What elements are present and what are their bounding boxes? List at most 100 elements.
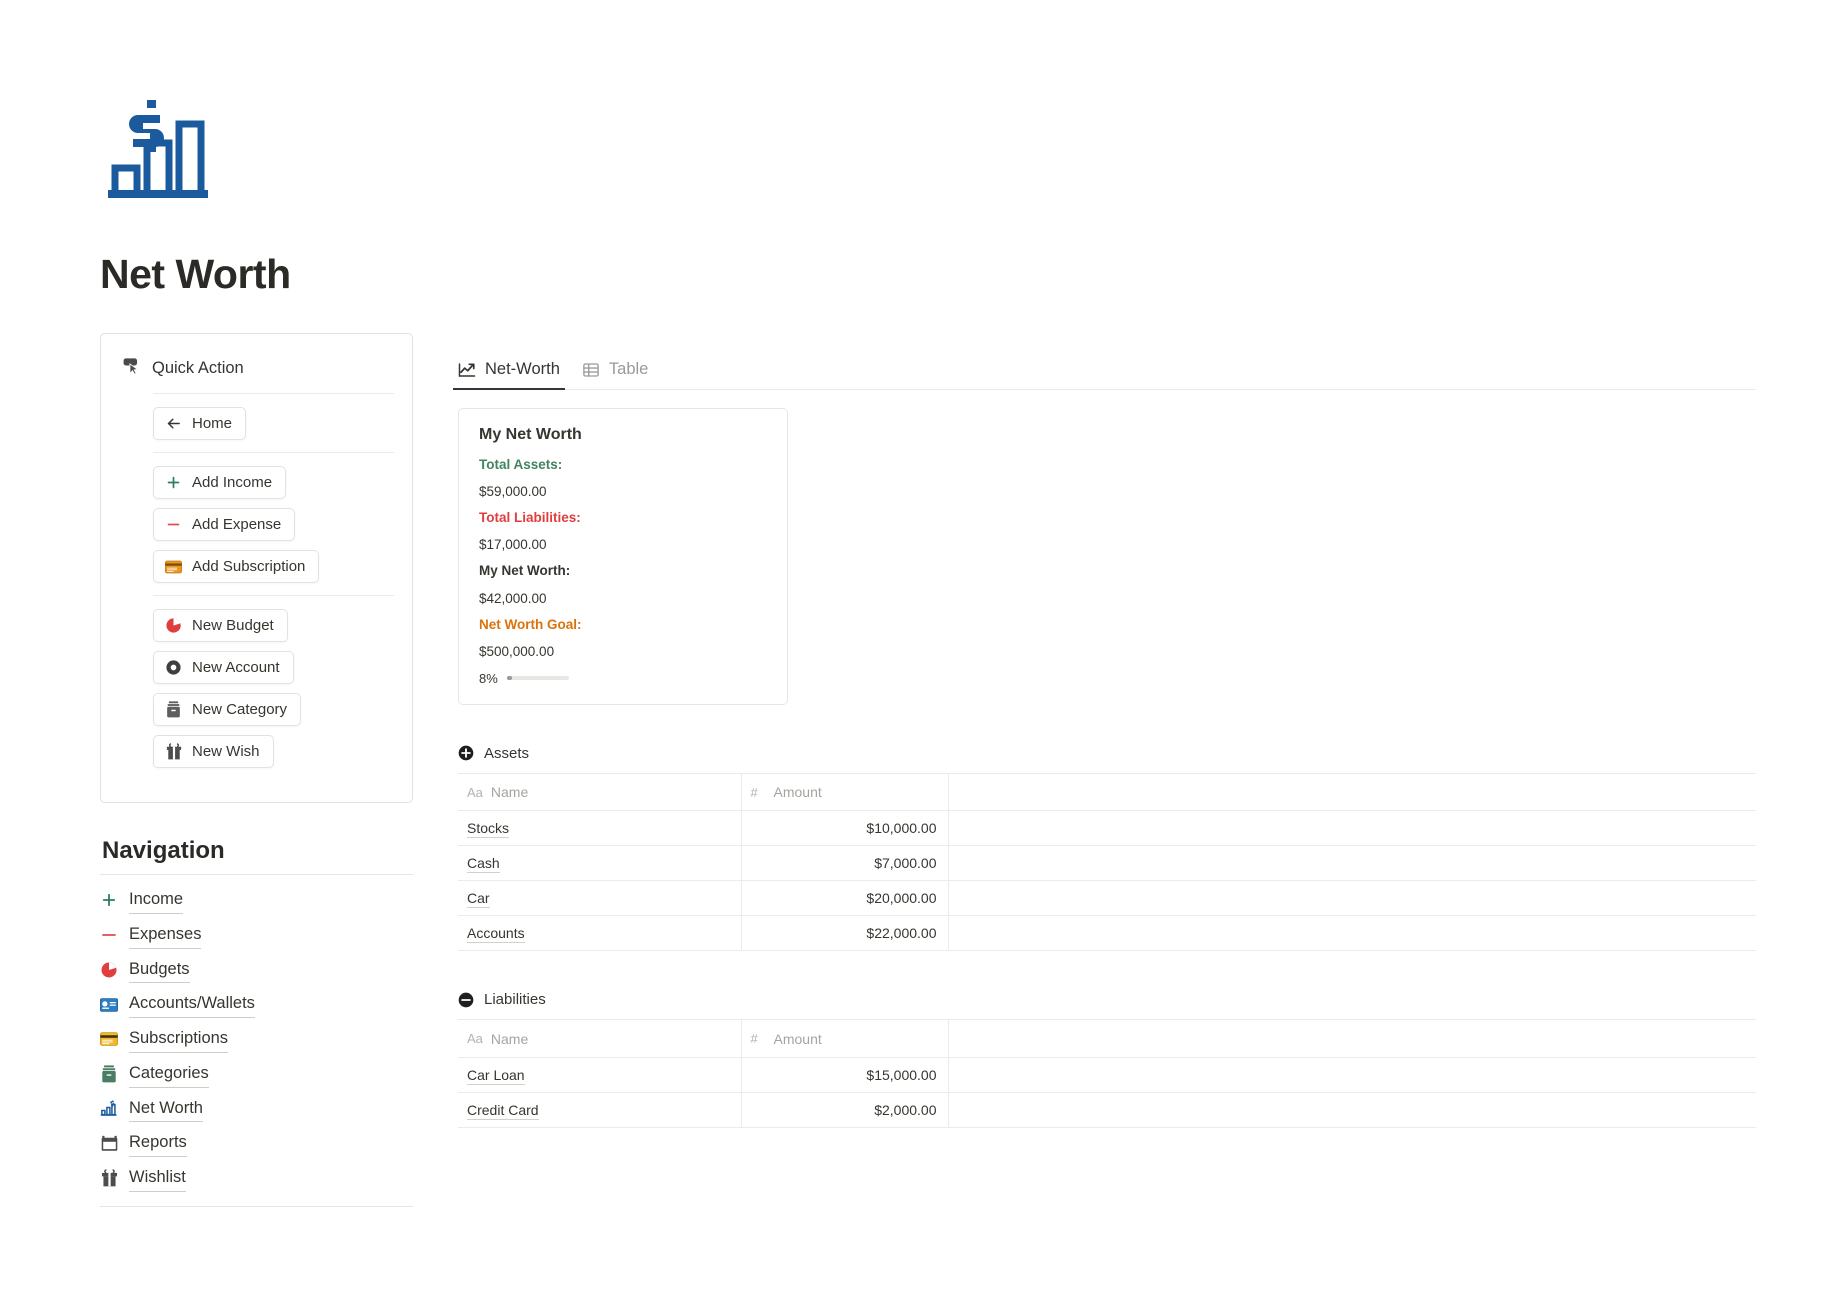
nav-item-income[interactable]: Income [100,887,413,914]
new-category-button[interactable]: New Category [153,693,302,727]
nav-item-label: Expenses [129,922,202,949]
row-name-link[interactable]: Credit Card [467,1101,539,1120]
cell-empty[interactable] [948,845,1756,882]
cell-amount[interactable]: $20,000.00 [741,880,949,917]
bar-chart-dollar-icon [100,1100,118,1118]
bar-chart-dollar-icon [100,88,224,212]
column-header-label: Name [490,784,529,801]
file-box-icon [100,1065,118,1083]
new-wish-button[interactable]: New Wish [153,735,274,769]
new-account-button[interactable]: New Account [153,651,294,685]
view-tabs: Net-Worth Table [453,352,1756,390]
card-title: My Net Worth [479,426,582,443]
column-header-name[interactable]: Aa Name [458,1020,742,1058]
my-net-worth-label: My Net Worth: [479,563,571,579]
nav-item-wishlist[interactable]: Wishlist [100,1165,413,1192]
cell-empty[interactable] [948,1092,1756,1128]
column-header-amount[interactable]: # Amount [741,1020,949,1058]
table-row[interactable]: Stocks $10,000.00 [458,810,1756,847]
liabilities-heading[interactable]: Liabilities [458,991,1756,1021]
cell-empty[interactable] [948,1057,1756,1093]
nav-item-label: Net Worth [129,1096,203,1123]
text-type-icon: Aa [467,784,483,800]
new-budget-button[interactable]: New Budget [153,609,288,643]
table-row[interactable]: Credit Card $2,000.00 [458,1092,1756,1128]
table-row[interactable]: Car $20,000.00 [458,880,1756,917]
cell-name[interactable]: Credit Card [458,1092,742,1128]
row-name-link[interactable]: Stocks [467,820,510,839]
nav-item-budgets[interactable]: Budgets [100,957,413,984]
credit-card-icon [100,1030,118,1048]
cell-amount[interactable]: $15,000.00 [741,1057,949,1093]
add-income-button[interactable]: Add Income [153,466,287,500]
tab-net-worth[interactable]: Net-Worth [453,360,565,390]
cell-name[interactable]: Car Loan [458,1057,742,1093]
cell-amount[interactable]: $10,000.00 [741,810,949,847]
goal-progress-percent: 8% [479,670,498,686]
add-expense-button[interactable]: Add Expense [153,508,296,542]
nav-item-reports[interactable]: Reports [100,1130,413,1158]
nav-item-subscriptions[interactable]: Subscriptions [100,1026,413,1053]
assets-heading[interactable]: Assets [458,745,1756,774]
quick-action-card: Quick Action Home Add Income Add Expense… [100,333,413,804]
add-income-label: Add Income [192,474,273,492]
home-button[interactable]: Home [153,407,247,441]
goal-progress-fill [506,676,512,681]
nav-item-categories[interactable]: Categories [100,1061,413,1088]
quick-action-header: Quick Action [101,334,412,393]
cell-name[interactable]: Car [458,880,742,917]
nav-item-label: Budgets [129,957,190,984]
plus-icon [165,474,182,491]
quick-action-group: Add Income Add Expense Add Subscription [101,453,412,595]
table-row[interactable]: Cash $7,000.00 [458,845,1756,882]
table-row[interactable]: Accounts $22,000.00 [458,915,1756,952]
pie-chart-icon [165,617,182,634]
pie-chart-icon [100,961,118,979]
new-account-label: New Account [192,659,280,677]
cell-name[interactable]: Cash [458,845,742,882]
nav-item-expenses[interactable]: Expenses [100,922,413,949]
column-header-amount[interactable]: # Amount [741,773,949,812]
line-chart-icon [458,361,476,379]
my-net-worth-value: $42,000.00 [479,590,547,606]
tab-table[interactable]: Table [582,360,648,389]
record-circle-icon [165,659,182,676]
page-title: Net Worth [100,251,291,297]
nav-item-label: Income [129,887,184,914]
cell-amount[interactable]: $7,000.00 [741,845,949,882]
column-header-empty[interactable] [948,1020,1756,1058]
goal-progress-bar [506,676,569,681]
cell-empty[interactable] [948,880,1756,917]
nav-item-accounts-wallets[interactable]: Accounts/Wallets [100,991,413,1019]
new-budget-label: New Budget [192,617,274,635]
cell-empty[interactable] [948,915,1756,952]
add-subscription-button[interactable]: Add Subscription [153,550,320,584]
main-content: Net-Worth Table My Net Worth Total Asset… [453,352,1756,1128]
arrow-left-icon [165,415,182,432]
row-name-link[interactable]: Cash [467,855,500,874]
add-subscription-label: Add Subscription [192,558,306,576]
nav-item-label: Accounts/Wallets [129,991,255,1019]
column-header-empty[interactable] [948,773,1756,812]
cell-name[interactable]: Stocks [458,810,742,847]
minus-icon [100,926,118,944]
cell-name[interactable]: Accounts [458,915,742,952]
nav-item-net-worth[interactable]: Net Worth [100,1096,413,1123]
add-expense-label: Add Expense [192,516,282,534]
column-header-name[interactable]: Aa Name [458,773,742,812]
cell-amount[interactable]: $22,000.00 [741,915,949,952]
new-wish-label: New Wish [192,743,260,761]
row-name-link[interactable]: Car [467,890,490,909]
column-header-label: Amount [773,784,822,801]
table-row[interactable]: Car Loan $15,000.00 [458,1057,1756,1093]
goal-progress: 8% [479,671,767,686]
credit-card-icon [165,558,182,575]
gift-icon [165,743,182,760]
plus-icon [100,891,118,909]
row-name-link[interactable]: Car Loan [467,1066,525,1085]
row-name-link[interactable]: Accounts [467,925,525,944]
navigation-title: Navigation [102,837,225,865]
cell-amount[interactable]: $2,000.00 [741,1092,949,1128]
new-category-label: New Category [192,701,288,719]
cell-empty[interactable] [948,810,1756,847]
